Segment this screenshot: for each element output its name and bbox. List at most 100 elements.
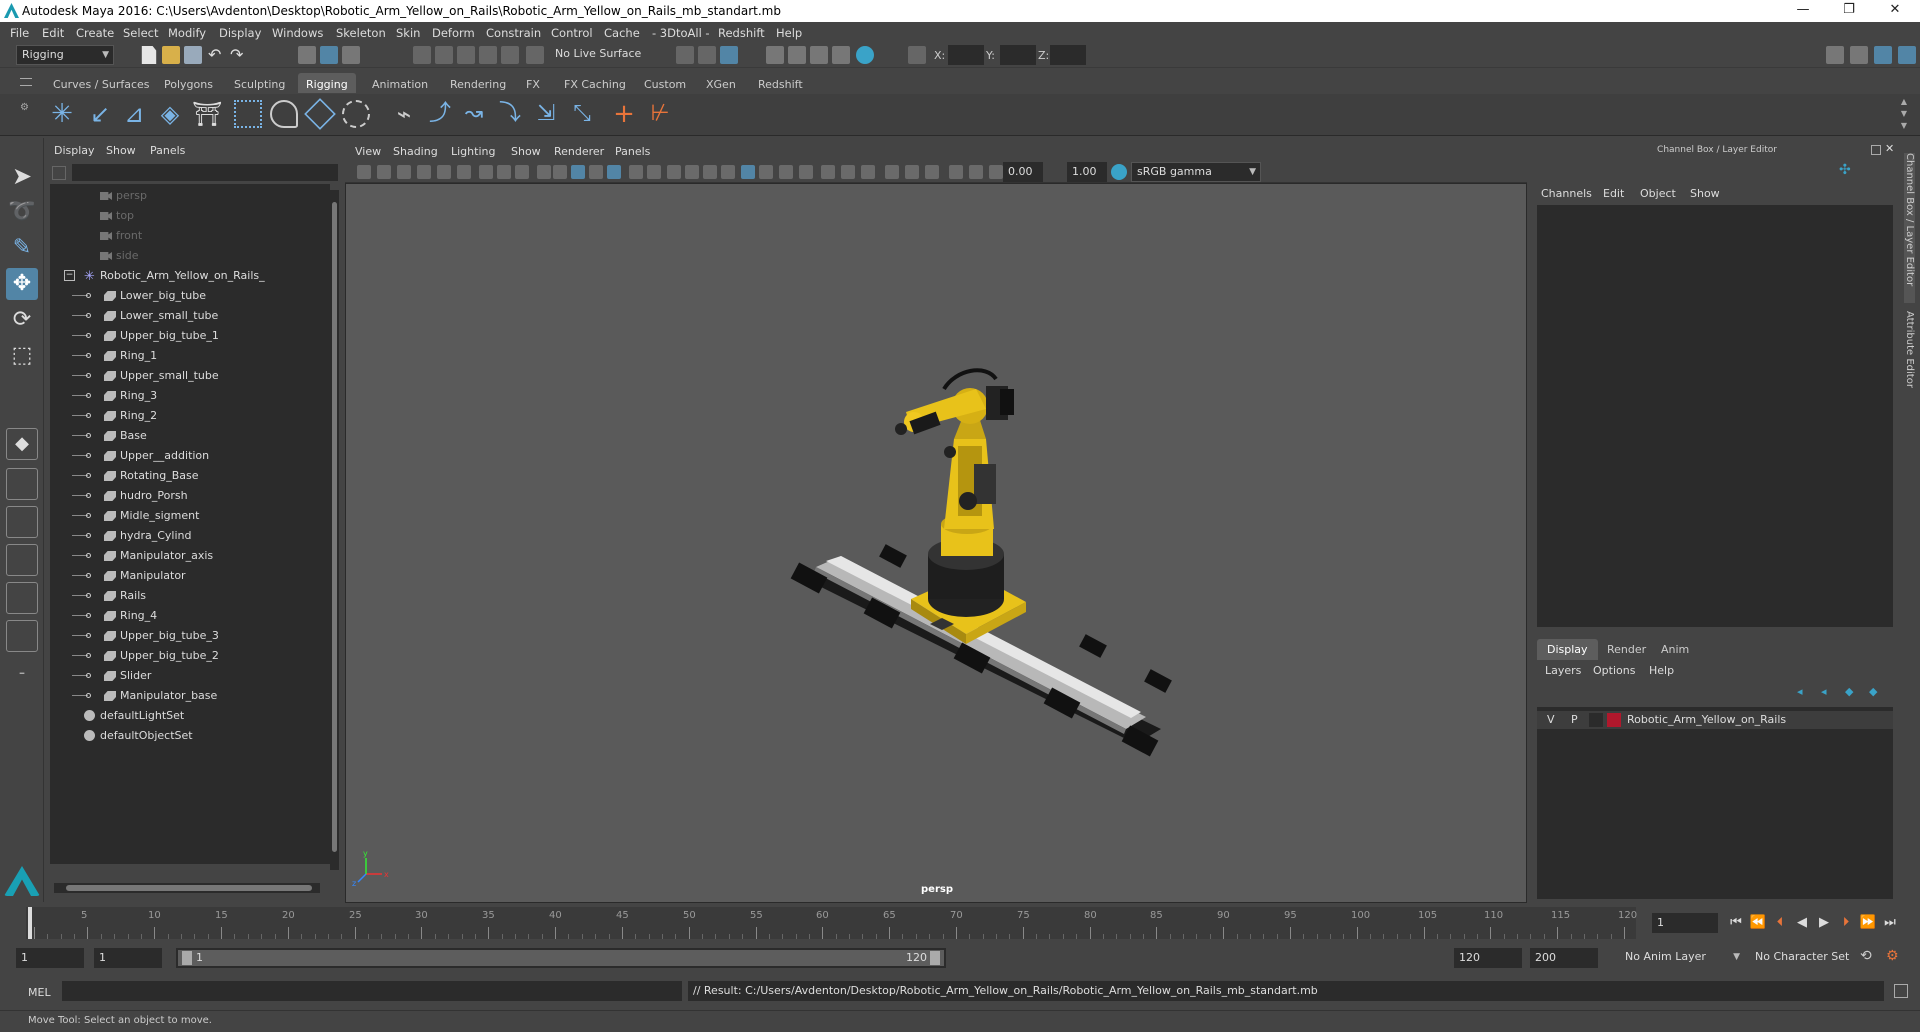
menu-skin[interactable]: Skin <box>396 26 420 40</box>
cluster-icon[interactable] <box>234 100 262 128</box>
script-editor-icon[interactable] <box>1894 984 1908 998</box>
viewport-tool-icon[interactable] <box>647 165 661 179</box>
range-end-handle[interactable] <box>930 951 940 965</box>
viewport-tool-icon[interactable] <box>377 165 391 179</box>
paint-select-icon[interactable]: ✎ <box>6 232 38 264</box>
viewport-tool-icon[interactable] <box>479 165 493 179</box>
single-view-icon[interactable]: ◆ <box>6 428 38 460</box>
construction-history-icon[interactable] <box>720 46 738 64</box>
outliner-item[interactable]: Rotating_Base <box>50 466 330 486</box>
play-back-icon[interactable]: ◀ <box>1792 913 1812 933</box>
playback-start-field[interactable]: 1 <box>94 948 162 968</box>
outliner-item[interactable]: hudro_Porsh <box>50 486 330 506</box>
viewport-tool-icon[interactable] <box>589 165 603 179</box>
viewport-tool-icon[interactable] <box>629 165 643 179</box>
tab-redshift[interactable]: Redshift <box>750 76 811 93</box>
outliner-item[interactable]: Upper__addition <box>50 446 330 466</box>
viewport-tool-icon[interactable] <box>821 165 835 179</box>
menu-create[interactable]: Create <box>76 26 114 40</box>
viewport-tool-icon[interactable] <box>799 165 813 179</box>
layer-row[interactable]: V P Robotic_Arm_Yellow_on_Rails <box>1537 711 1893 729</box>
layer-playback-toggle[interactable]: P <box>1571 711 1578 729</box>
current-frame-field[interactable]: 1 <box>1652 913 1718 933</box>
vp-menu-view[interactable]: View <box>355 145 381 158</box>
minimize-button[interactable]: — <box>1780 0 1826 22</box>
channel-box-toggle-icon[interactable] <box>1874 46 1892 64</box>
four-view-icon[interactable] <box>6 468 38 500</box>
outliner-hscrollbar[interactable] <box>54 883 320 893</box>
skin-bind-icon[interactable]: ◈ <box>156 100 184 128</box>
viewport-tool-icon[interactable] <box>949 165 963 179</box>
lasso-tool-icon[interactable]: ➰ <box>6 196 38 228</box>
expand-dot-icon[interactable] <box>86 413 91 418</box>
viewport-tool-icon[interactable] <box>397 165 411 179</box>
snap-view-icon[interactable] <box>479 46 497 64</box>
move-layer-down-icon[interactable]: ◂ <box>1821 685 1827 698</box>
float-panel-icon[interactable] <box>1871 145 1881 155</box>
outliner-item[interactable]: hydra_Cylind <box>50 526 330 546</box>
select-component-icon[interactable] <box>342 46 360 64</box>
cb-menu-object[interactable]: Object <box>1640 187 1676 200</box>
outliner-set[interactable]: defaultObjectSet <box>50 726 330 746</box>
layer-name[interactable]: Robotic_Arm_Yellow_on_Rails <box>1627 711 1786 729</box>
expand-dot-icon[interactable] <box>86 673 91 678</box>
expand-dot-icon[interactable] <box>86 633 91 638</box>
shelf-scroll-icon[interactable]: ▲ ▼ ▼ <box>1898 96 1910 134</box>
viewport-tool-icon[interactable] <box>779 165 793 179</box>
viewport-tool-icon[interactable] <box>841 165 855 179</box>
expand-dot-icon[interactable] <box>86 333 91 338</box>
side-tab-channel-box[interactable]: Channel Box / Layer Editor <box>1904 153 1915 303</box>
rotate-tool-icon[interactable]: ⟳ <box>6 304 38 336</box>
x-field[interactable] <box>948 45 984 65</box>
outliner-search-input[interactable] <box>72 164 338 181</box>
viewport-tool-icon[interactable] <box>721 165 735 179</box>
outliner-item[interactable]: Manipulator_base <box>50 686 330 706</box>
pole-vector-icon[interactable]: ⊬ <box>646 100 674 128</box>
viewport-tool-icon[interactable] <box>759 165 773 179</box>
viewport-tool-icon[interactable] <box>357 165 371 179</box>
snap-grid-icon[interactable] <box>413 46 431 64</box>
outliner-item[interactable]: Upper_big_tube_1 <box>50 326 330 346</box>
persp-uv-icon[interactable] <box>6 620 38 652</box>
range-slider-bar[interactable]: 1 120 <box>176 948 946 968</box>
outliner-item[interactable]: Ring_2 <box>50 406 330 426</box>
menu-constrain[interactable]: Constrain <box>486 26 541 40</box>
tab-fx[interactable]: FX <box>518 76 548 93</box>
render-view-icon[interactable] <box>766 46 784 64</box>
z-field[interactable] <box>1050 45 1086 65</box>
outliner-item[interactable]: Manipulator <box>50 566 330 586</box>
viewport-tool-icon[interactable] <box>437 165 451 179</box>
aim-constraint-icon[interactable]: ↝ <box>460 100 488 128</box>
menu-edit[interactable]: Edit <box>42 26 64 40</box>
history-icon[interactable] <box>526 46 544 64</box>
outliner-menu-display[interactable]: Display <box>54 144 95 157</box>
vp-menu-renderer[interactable]: Renderer <box>554 145 604 158</box>
new-layer-selected-icon[interactable]: ◆ <box>1869 685 1877 698</box>
ik-handle-icon[interactable]: ↙ <box>86 100 114 128</box>
viewport-tool-icon[interactable] <box>607 165 621 179</box>
outliner-camera-persp[interactable]: persp <box>50 186 330 206</box>
cb-menu-edit[interactable]: Edit <box>1603 187 1624 200</box>
expand-dot-icon[interactable] <box>86 493 91 498</box>
layer-type-toggle[interactable] <box>1589 713 1603 727</box>
anim-layer-dropdown[interactable]: No Anim Layer ▼ <box>1620 948 1744 968</box>
menu-help[interactable]: Help <box>776 26 802 40</box>
play-forward-icon[interactable]: ▶ <box>1814 913 1834 933</box>
expand-dot-icon[interactable] <box>86 313 91 318</box>
tab-polygons[interactable]: Polygons <box>156 76 221 93</box>
outliner-menu-show[interactable]: Show <box>106 144 136 157</box>
new-scene-icon[interactable] <box>141 46 157 64</box>
layer-menu-layers[interactable]: Layers <box>1545 664 1581 677</box>
preferences-icon[interactable]: ⚙ <box>1886 948 1904 966</box>
move-tool-icon[interactable]: ✥ <box>6 268 38 300</box>
character-set-dropdown[interactable]: No Character Set <box>1750 948 1874 968</box>
color-management-icon[interactable] <box>1111 164 1127 180</box>
tab-custom[interactable]: Custom <box>636 76 694 93</box>
viewport-tool-icon[interactable] <box>417 165 431 179</box>
menu-select[interactable]: Select <box>123 26 158 40</box>
ipr-render-icon[interactable] <box>810 46 828 64</box>
next-key-icon[interactable]: ⏵ <box>1836 913 1856 933</box>
viewport-tool-icon[interactable] <box>497 165 511 179</box>
live-surface-field[interactable]: No Live Surface <box>550 45 650 65</box>
end-time-field[interactable]: 200 <box>1530 948 1598 968</box>
